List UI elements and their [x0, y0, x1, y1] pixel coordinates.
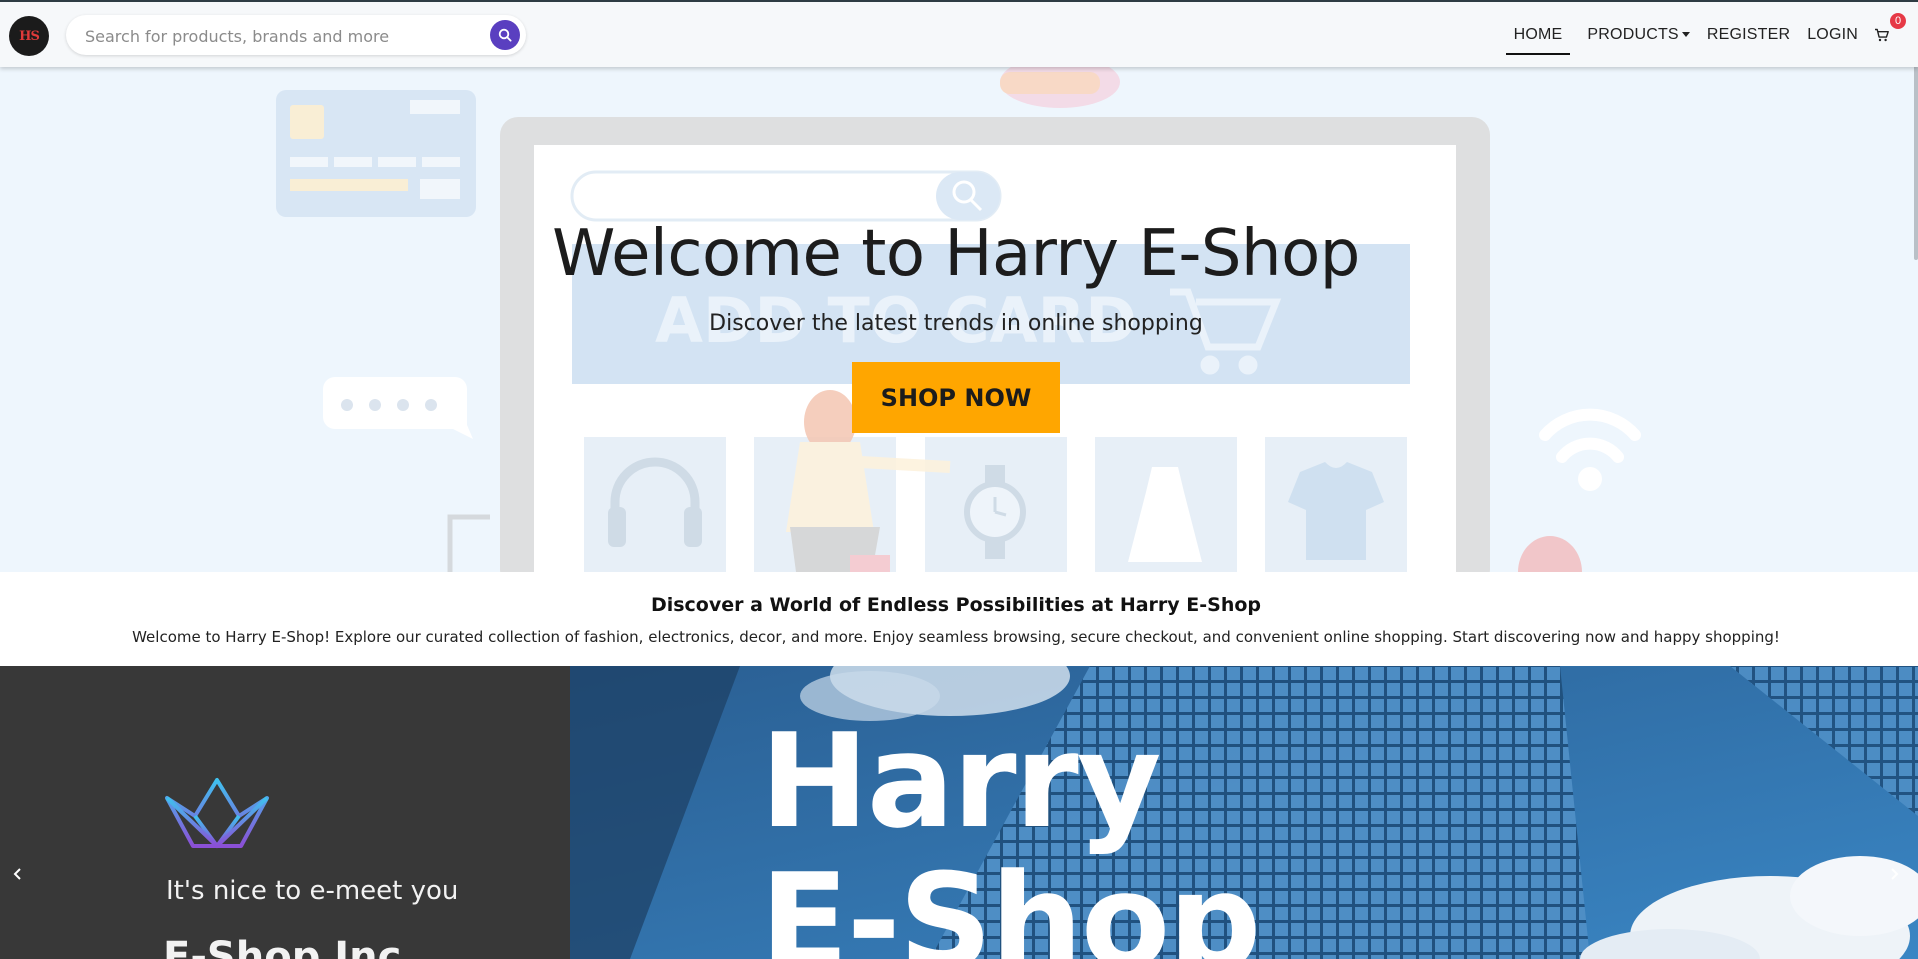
promo-carousel: It's nice to e-meet you E-Shop Inc. Harr…: [0, 666, 1918, 959]
nav-register-label: REGISTER: [1706, 26, 1791, 43]
chat-bubble-icon: [323, 377, 473, 439]
search-bar: [66, 15, 526, 57]
carousel-slide-text-panel: It's nice to e-meet you E-Shop Inc.: [0, 666, 570, 959]
carousel-prev-button[interactable]: [6, 862, 30, 886]
nav-login-label: LOGIN: [1807, 26, 1858, 43]
search-button[interactable]: [490, 20, 520, 50]
carousel-brand-line2: E-Shop: [760, 845, 1261, 959]
cart-button[interactable]: 0: [1874, 2, 1906, 67]
crown-logo-icon: [165, 778, 269, 848]
intro-text: Welcome to Harry E-Shop! Explore our cur…: [132, 628, 1780, 646]
site-logo[interactable]: HS: [9, 16, 49, 56]
nav-home-label: HOME: [1513, 26, 1563, 43]
nav-products-label: PRODUCTS: [1587, 26, 1679, 43]
carousel-company-name: E-Shop Inc.: [163, 934, 417, 959]
nav-login[interactable]: LOGIN: [1807, 2, 1858, 67]
nav-home[interactable]: HOME: [1505, 2, 1571, 67]
chevron-left-icon: [13, 868, 21, 880]
logo-text: HS: [19, 28, 40, 44]
shop-now-button[interactable]: SHOP NOW: [852, 362, 1060, 433]
search-input[interactable]: [83, 15, 477, 57]
search-icon: [498, 28, 512, 42]
nav-products-dropdown[interactable]: PRODUCTS: [1587, 2, 1690, 67]
chevron-right-icon: [1891, 868, 1899, 880]
carousel-next-button[interactable]: [1882, 862, 1906, 886]
nav-register[interactable]: REGISTER: [1707, 2, 1790, 67]
credit-card-icon: [276, 90, 476, 217]
hero-subtitle: Discover the latest trends in online sho…: [709, 311, 1203, 336]
carousel-tagline: It's nice to e-meet you: [166, 876, 459, 906]
wifi-icon: [1539, 408, 1641, 491]
intro-title: Discover a World of Endless Possibilitie…: [650, 594, 1262, 616]
nav-links: HOME PRODUCTS REGISTER LOGIN 0: [1489, 2, 1906, 67]
page-scrollbar[interactable]: [1914, 0, 1918, 959]
cart-icon: [1875, 28, 1889, 41]
navbar: HS HOME PRODUCTS REGISTER LOGIN 0: [0, 2, 1918, 67]
chevron-down-icon: [1681, 32, 1690, 38]
hero-banner: ADD TO CARD Welcome to Harry E-Shop Disc…: [0, 67, 1918, 572]
intro-section: Discover a World of Endless Possibilitie…: [0, 572, 1918, 666]
hero-title: Welcome to Harry E-Shop: [552, 217, 1360, 291]
cart-count-badge: 0: [1890, 13, 1906, 29]
scrollbar-thumb[interactable]: [1914, 64, 1918, 260]
carousel-brand-line1: Harry: [760, 705, 1161, 857]
